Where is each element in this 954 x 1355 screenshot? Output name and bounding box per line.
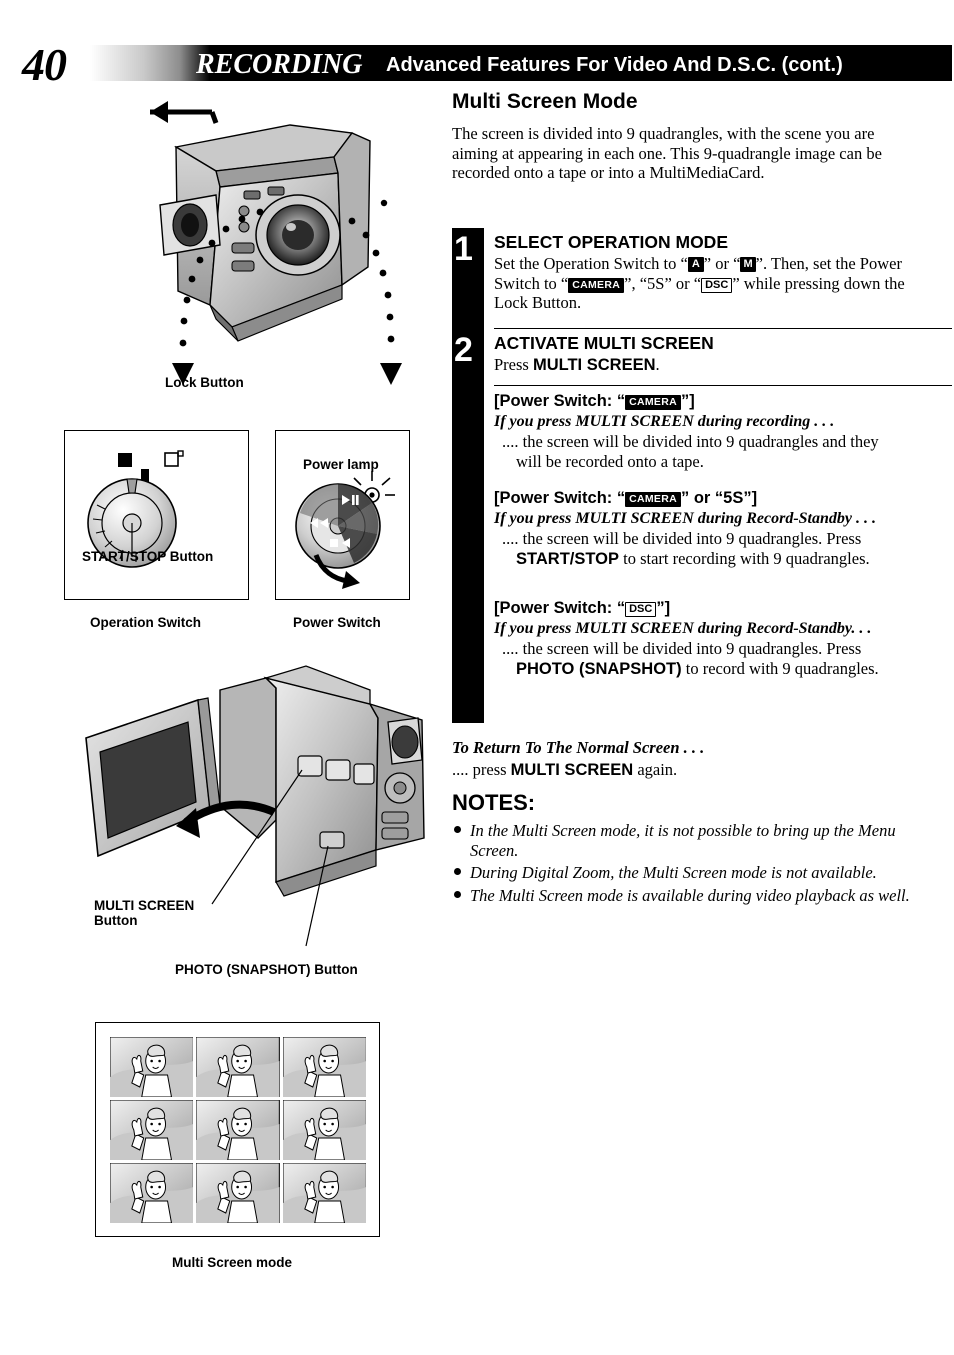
figure-power-switch (275, 430, 410, 600)
grid-cell (110, 1163, 194, 1223)
steps-sidebar (452, 228, 484, 723)
step-1-number: 1 (454, 230, 473, 268)
direction-arrow-icon (150, 101, 219, 124)
notes-block: NOTES: In the Multi Screen mode, it is n… (452, 790, 922, 908)
caption-multi-screen-mode: Multi Screen mode (172, 1255, 293, 1270)
caption-operation-switch: Operation Switch (90, 615, 202, 630)
manual-mode-mark (118, 453, 132, 467)
main-intro-block: Multi Screen Mode The screen is divided … (452, 90, 922, 183)
operation-mode-manual-icon: M (740, 257, 756, 272)
caption-power-switch: Power Switch (293, 615, 381, 630)
header-gradient (90, 45, 210, 81)
lock-button-marker (380, 199, 388, 207)
bullet-icon (454, 868, 461, 875)
section-title: RECORDING (196, 49, 363, 80)
switch-1-heading: [Power Switch: “CAMERA”] (494, 392, 695, 410)
grid-cell (282, 1037, 366, 1097)
dsc-mode-icon: DSC (625, 602, 657, 617)
step-divider-2 (494, 385, 952, 386)
figure-operation-switch (64, 430, 249, 600)
switch-1-result: .... the screen will be divided into 9 q… (502, 432, 879, 471)
step-divider-1 (494, 328, 952, 329)
grid-cell (110, 1100, 194, 1160)
step-2-heading: ACTIVATE MULTI SCREEN (494, 333, 714, 353)
figure-camcorder-front (120, 95, 420, 405)
notes-heading: NOTES: (452, 790, 536, 815)
callout-arrowhead-right (380, 363, 402, 385)
step-1-body: SELECT OPERATION MODE Set the Operation … (494, 232, 922, 313)
step-2-number: 2 (454, 331, 473, 369)
caption-lock-button: Lock Button (165, 375, 244, 390)
step2-press-end: . (655, 355, 660, 374)
figure-multi-screen-grid (95, 1022, 380, 1237)
switch-1-condition: If you press MULTI SCREEN during recordi… (494, 413, 835, 430)
switch-3-heading: [Power Switch: “DSC”] (494, 599, 671, 617)
switch-3-condition: If you press MULTI SCREEN during Record-… (494, 620, 872, 637)
step-1-heading: SELECT OPERATION MODE (494, 232, 728, 252)
return-heading: To Return To The Normal Screen . . . (452, 738, 705, 757)
header-subtitle: Advanced Features For Video And D.S.C. (… (386, 54, 843, 76)
caption-multi-screen-button: MULTI SCREEN Button (94, 898, 194, 928)
bullet-icon (454, 826, 461, 833)
step1-p1: Set the Operation Switch to “ (494, 254, 688, 273)
camcorder-illustration (150, 101, 402, 385)
page-header: 40 RECORDING Advanced Features For Video… (0, 24, 954, 88)
note-item: During Digital Zoom, the Multi Screen mo… (452, 863, 922, 883)
page-title: Multi Screen Mode (452, 90, 638, 113)
caption-start-stop-button: START/STOP Button (82, 549, 214, 564)
switch-block-camera-recording: [Power Switch: “CAMERA”] If you press MU… (494, 391, 922, 471)
step1-p4: ”, “5S” or “ (624, 273, 702, 293)
operation-mode-auto-icon: A (687, 257, 704, 272)
operation-switch-illustration (87, 450, 184, 568)
grid-cell (282, 1163, 366, 1223)
camera-mode-icon: CAMERA (568, 277, 625, 293)
grid-cell (282, 1100, 366, 1160)
step2-press: Press (494, 355, 533, 374)
step-1-text: Set the Operation Switch to “A” or “M”. … (494, 254, 922, 313)
grid-cell (196, 1163, 280, 1223)
auto-mode-mark (164, 452, 179, 467)
dsc-mode-icon: DSC (701, 277, 733, 293)
grid-cell (110, 1037, 194, 1097)
switch-2-heading: [Power Switch: “CAMERA” or “5S”] (494, 489, 758, 507)
caption-power-lamp: Power lamp (303, 457, 379, 472)
caption-multi-screen-button-line2: Button (94, 913, 138, 928)
multi-screen-grid (110, 1037, 366, 1223)
multi-screen-button (297, 755, 323, 777)
step-2-body: ACTIVATE MULTI SCREEN Press MULTI SCREEN… (494, 333, 922, 376)
switch-2-result: .... the screen will be divided into 9 q… (502, 529, 870, 568)
step2-press-bold: MULTI SCREEN (532, 356, 656, 374)
caption-photo-snapshot-button: PHOTO (SNAPSHOT) Button (175, 962, 358, 977)
bullet-icon (454, 890, 461, 898)
step-2-text: Press MULTI SCREEN. (494, 355, 922, 376)
return-text: .... press MULTI SCREEN again. (452, 760, 678, 779)
page-number: 40 (22, 39, 67, 90)
step1-p2: ” or “ (703, 254, 741, 273)
note-item: The Multi Screen mode is available durin… (452, 886, 922, 906)
camera-mode-icon: CAMERA (625, 395, 681, 410)
grid-cell (196, 1100, 280, 1160)
caption-multi-screen-button-line1: MULTI SCREEN (94, 898, 195, 913)
return-to-normal-block: To Return To The Normal Screen . . . ...… (452, 738, 922, 780)
switch-block-dsc: [Power Switch: “DSC”] If you press MULTI… (494, 598, 922, 679)
photo-snapshot-button (319, 831, 345, 849)
switch-3-result: .... the screen will be divided into 9 q… (502, 639, 879, 678)
switch-block-camera-5s: [Power Switch: “CAMERA” or “5S”] If you … (494, 488, 922, 569)
camera-mode-icon: CAMERA (625, 492, 681, 507)
grid-cell (196, 1037, 280, 1097)
note-item: In the Multi Screen mode, it is not poss… (452, 821, 922, 860)
intro-paragraph: The screen is divided into 9 quadrangles… (452, 124, 882, 182)
switch-2-condition: If you press MULTI SCREEN during Record-… (494, 510, 876, 527)
